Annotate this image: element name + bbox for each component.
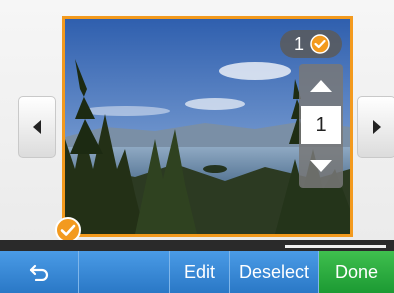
selection-count: 1 — [294, 33, 305, 54]
chevron-right-icon — [372, 120, 381, 134]
increase-copies-button[interactable] — [299, 66, 343, 106]
selection-count-badge: 1 — [280, 30, 342, 58]
chevron-left-icon — [33, 120, 41, 134]
page-indicator — [285, 245, 386, 248]
copies-value: 1 — [301, 106, 341, 144]
triangle-up-icon — [310, 80, 332, 92]
back-button[interactable] — [0, 251, 79, 293]
decrease-copies-button[interactable] — [299, 146, 343, 186]
check-circle-icon — [310, 34, 330, 54]
next-photo-button[interactable] — [357, 96, 394, 158]
triangle-down-icon — [310, 160, 332, 172]
edit-button[interactable]: Edit — [170, 251, 230, 293]
toolbar-empty-slot — [79, 251, 170, 293]
copies-stepper: 1 — [299, 64, 343, 188]
back-arrow-icon — [29, 264, 49, 281]
deselect-button[interactable]: Deselect — [230, 251, 319, 293]
previous-photo-button[interactable] — [18, 96, 56, 158]
done-button[interactable]: Done — [319, 251, 394, 293]
bottom-toolbar: Edit Deselect Done — [0, 251, 394, 293]
